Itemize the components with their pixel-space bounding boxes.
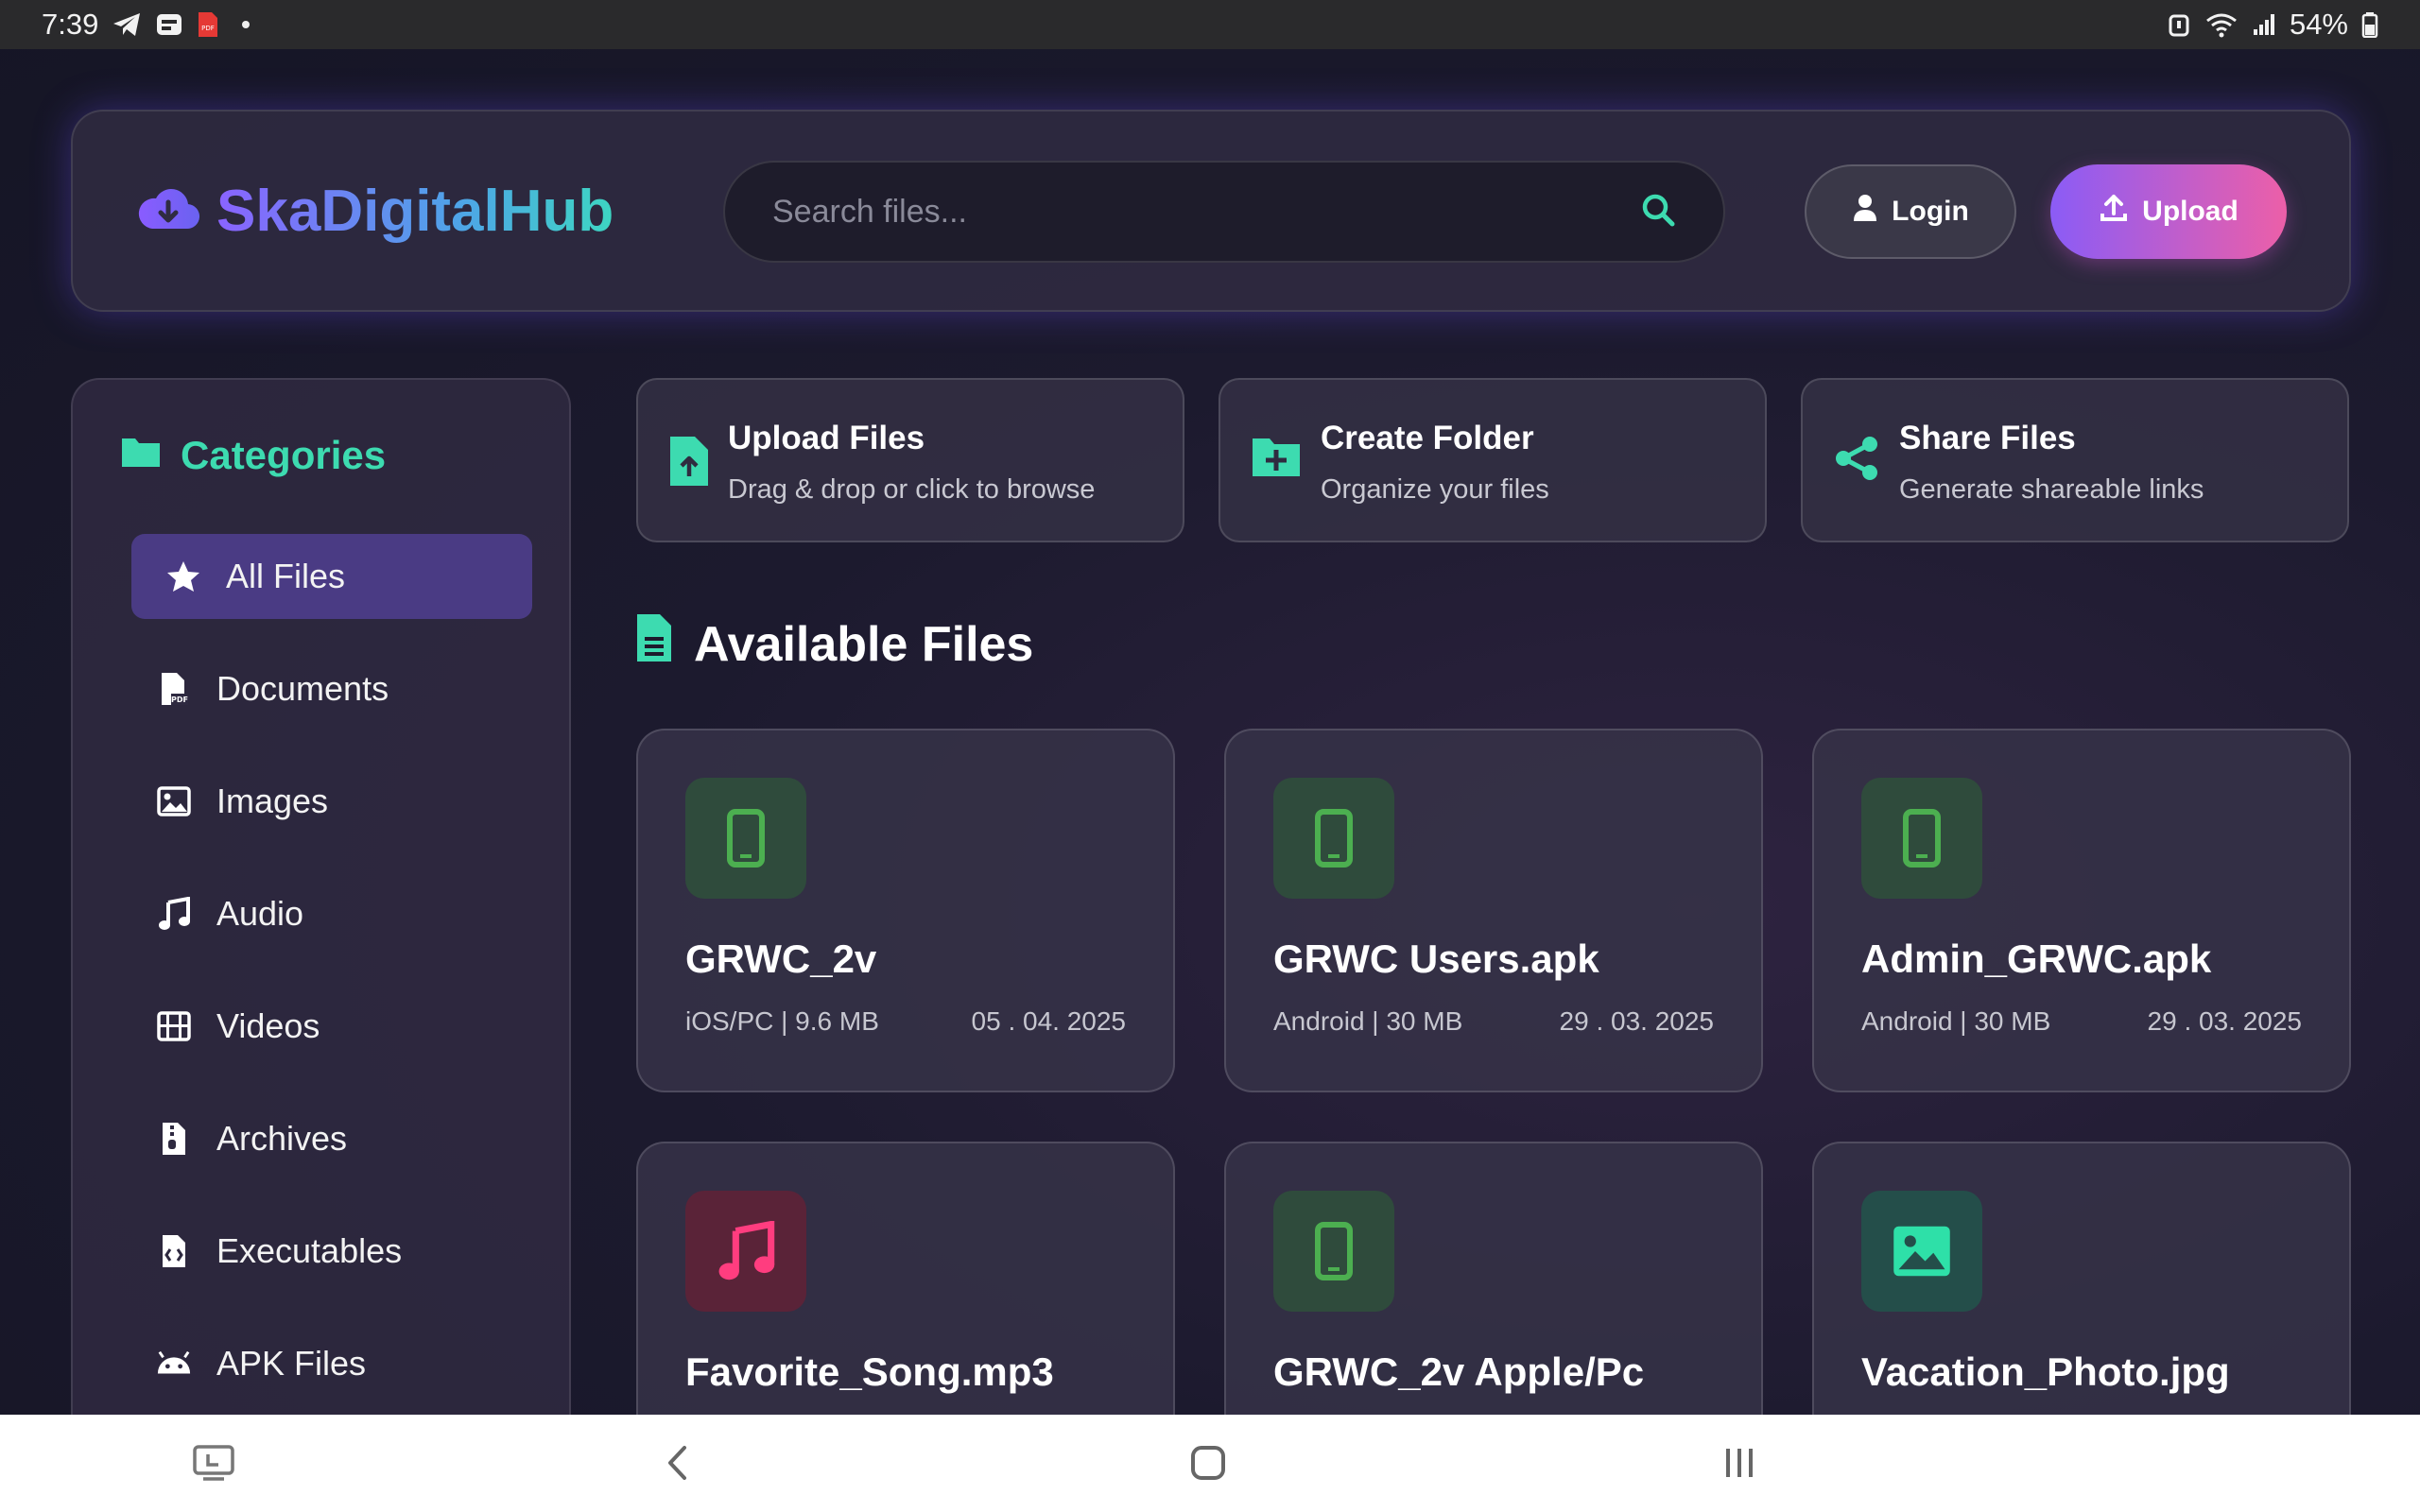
file-name: Vacation_Photo.jpg xyxy=(1861,1349,2230,1394)
brand-logo[interactable]: SkaDigitalHub xyxy=(137,178,614,245)
search-input[interactable] xyxy=(772,193,1640,231)
file-card[interactable]: GRWC_2v iOS/PC | 9.6 MB 05 . 04. 2025 xyxy=(636,729,1175,1092)
file-meta: Android | 30 MB xyxy=(1861,1006,2051,1036)
chat-icon xyxy=(155,11,183,38)
login-button[interactable]: Login xyxy=(1805,164,2016,259)
file-date: 29 . 03. 2025 xyxy=(1559,1006,1714,1036)
status-bar: 7:39 PDF 54% xyxy=(0,0,2420,49)
back-icon[interactable] xyxy=(648,1439,705,1486)
file-upload-icon xyxy=(668,435,710,492)
alarm-icon xyxy=(2167,11,2191,38)
mobile-icon xyxy=(685,778,806,899)
status-time: 7:39 xyxy=(42,8,99,41)
file-name: Favorite_Song.mp3 xyxy=(685,1349,1054,1394)
available-files-heading: Available Files xyxy=(635,612,1033,676)
music-icon xyxy=(156,897,192,931)
image-icon xyxy=(156,786,192,816)
file-card[interactable]: Admin_GRWC.apk Android | 30 MB 29 . 03. … xyxy=(1812,729,2351,1092)
app-header: SkaDigitalHub Login Upload xyxy=(71,110,2351,312)
system-nav-bar xyxy=(0,1415,2420,1512)
wifi-icon xyxy=(2204,11,2238,38)
categories-heading: Categories xyxy=(120,433,386,478)
sidebar-item-videos[interactable]: Videos xyxy=(131,984,532,1069)
recent-apps-icon[interactable] xyxy=(1711,1439,1768,1486)
signal-icon xyxy=(2252,12,2276,37)
user-icon xyxy=(1852,194,1878,230)
file-card[interactable]: Favorite_Song.mp3 xyxy=(636,1142,1175,1444)
mobile-icon xyxy=(1273,1191,1394,1312)
upload-files-card[interactable]: Upload Files Drag & drop or click to bro… xyxy=(636,378,1184,542)
notification-dot xyxy=(242,21,251,28)
file-meta: iOS/PC | 9.6 MB xyxy=(685,1006,879,1036)
home-icon[interactable] xyxy=(1180,1439,1236,1486)
categories-sidebar: Categories All Files PDF Documents Image… xyxy=(71,378,571,1474)
sidebar-item-apk-files[interactable]: APK Files xyxy=(131,1321,532,1406)
search-bar[interactable] xyxy=(723,161,1725,263)
folder-plus-icon xyxy=(1251,435,1302,483)
screen-cast-icon[interactable] xyxy=(185,1439,242,1486)
login-label: Login xyxy=(1892,196,1969,227)
file-name: GRWC Users.apk xyxy=(1273,936,1599,981)
sidebar-item-executables[interactable]: Executables xyxy=(131,1209,532,1294)
code-file-icon xyxy=(156,1233,192,1269)
cloud-download-icon xyxy=(137,185,200,237)
file-meta: Android | 30 MB xyxy=(1273,1006,1463,1036)
create-folder-card[interactable]: Create Folder Organize your files xyxy=(1219,378,1767,542)
document-icon xyxy=(635,612,673,676)
sidebar-item-audio[interactable]: Audio xyxy=(131,871,532,956)
file-card[interactable]: GRWC_2v Apple/Pc xyxy=(1224,1142,1763,1444)
battery-level: 54% xyxy=(2289,8,2348,41)
upload-label: Upload xyxy=(2142,196,2238,227)
upload-icon xyxy=(2099,193,2129,231)
sidebar-item-documents[interactable]: PDF Documents xyxy=(131,646,532,731)
search-icon[interactable] xyxy=(1640,192,1676,232)
battery-icon xyxy=(2361,11,2378,38)
file-card[interactable]: Vacation_Photo.jpg xyxy=(1812,1142,2351,1444)
svg-text:PDF: PDF xyxy=(171,696,188,704)
telegram-icon xyxy=(112,11,142,38)
android-icon xyxy=(156,1351,192,1376)
film-icon xyxy=(156,1011,192,1041)
share-icon xyxy=(1833,435,1880,487)
sidebar-item-all-files[interactable]: All Files xyxy=(131,534,532,619)
file-card[interactable]: GRWC Users.apk Android | 30 MB 29 . 03. … xyxy=(1224,729,1763,1092)
brand-name: SkaDigitalHub xyxy=(216,179,614,244)
pdf-file-icon: PDF xyxy=(156,671,192,707)
folder-icon xyxy=(120,433,162,478)
sidebar-item-archives[interactable]: Archives xyxy=(131,1096,532,1181)
file-date: 05 . 04. 2025 xyxy=(971,1006,1126,1036)
image-icon xyxy=(1861,1191,1982,1312)
mobile-icon xyxy=(1861,778,1982,899)
file-name: GRWC_2v xyxy=(685,936,877,981)
file-name: Admin_GRWC.apk xyxy=(1861,936,2212,981)
svg-text:PDF: PDF xyxy=(202,25,216,32)
mobile-icon xyxy=(1273,778,1394,899)
pdf-icon: PDF xyxy=(197,10,219,39)
star-icon xyxy=(165,559,201,593)
upload-button[interactable]: Upload xyxy=(2050,164,2287,259)
archive-file-icon xyxy=(156,1121,192,1157)
file-date: 29 . 03. 2025 xyxy=(2147,1006,2302,1036)
share-files-card[interactable]: Share Files Generate shareable links xyxy=(1801,378,2349,542)
file-name: GRWC_2v Apple/Pc xyxy=(1273,1349,1645,1394)
sidebar-item-images[interactable]: Images xyxy=(131,759,532,844)
music-icon xyxy=(685,1191,806,1312)
